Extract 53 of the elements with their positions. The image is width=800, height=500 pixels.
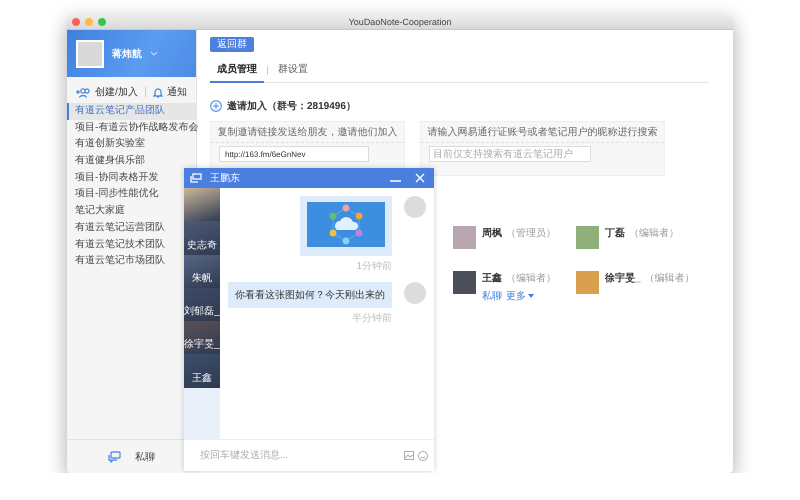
- avatar-placeholder: [404, 196, 426, 218]
- tab[interactable]: 成员管理: [210, 58, 264, 83]
- chat-bubbles-icon: [108, 450, 121, 462]
- text-message: 你看看这张图如何？今天刚出来的: [228, 282, 392, 308]
- group-item[interactable]: 有道创新实验室: [67, 136, 196, 154]
- member-role: （编辑者）: [644, 272, 695, 285]
- member-photo-placeholder: [576, 226, 599, 249]
- member-name: 周枫: [482, 226, 502, 240]
- member-role: （编辑者）: [629, 226, 679, 240]
- close-icon[interactable]: [415, 173, 425, 183]
- contact-photo[interactable]: 王鑫: [184, 354, 220, 388]
- member-name: 徐宇旻_: [605, 271, 641, 285]
- member-name: 王鑫: [482, 272, 502, 285]
- private-chat-link[interactable]: 私聊: [482, 289, 502, 303]
- contact-photo[interactable]: [184, 188, 220, 222]
- group-item[interactable]: 有道云笔记产品团队: [67, 103, 196, 120]
- caret-icon[interactable]: [150, 50, 158, 56]
- caret-icon[interactable]: [528, 294, 534, 298]
- create-join-button[interactable]: 创建/加入: [72, 85, 141, 99]
- member-photo-placeholder: [453, 226, 476, 249]
- member-photo-placeholder: [576, 271, 599, 294]
- user-search-hint: 请输入网易通行证账号或者笔记用户的昵称进行搜索: [421, 122, 664, 143]
- message-time: 1分钟前: [356, 260, 392, 273]
- plus-circle-icon: [210, 100, 222, 112]
- member-role: （管理员）: [506, 227, 556, 240]
- avatar-placeholder: [404, 282, 426, 304]
- contact-photo[interactable]: 史志奇: [184, 221, 220, 255]
- back-to-group-button[interactable]: 返回群: [210, 37, 254, 52]
- window-title: YouDaoNote-Cooperation: [348, 17, 452, 27]
- notifications-button[interactable]: 通知: [150, 85, 190, 99]
- image-icon: [404, 451, 414, 460]
- invite-link-field[interactable]: http://163.fm/6eGnNev: [219, 146, 369, 162]
- group-item[interactable]: 项目-有道云协作战略发布会: [67, 120, 196, 136]
- contact-photo[interactable]: 刘郁磊_: [184, 288, 220, 322]
- invite-heading: 邀请加入（群号：2819496）: [227, 100, 356, 113]
- member-role: （编辑者）: [506, 272, 556, 285]
- close-window-button[interactable]: [72, 18, 80, 26]
- chat-bubbles-icon: [190, 173, 202, 183]
- add-people-icon: [75, 86, 91, 98]
- member-photo-placeholder: [453, 271, 476, 294]
- avatar-photo-placeholder: [76, 40, 104, 68]
- tab[interactable]: 群设置: [271, 58, 315, 83]
- invite-link-hint: 复制邀请链接发送给朋友，邀请他们加入: [211, 122, 404, 143]
- group-item[interactable]: 有道健身俱乐部: [67, 153, 196, 170]
- more-link[interactable]: 更多: [506, 289, 534, 303]
- member-name: 丁磊: [605, 226, 625, 240]
- contact-photo[interactable]: 朱帆: [184, 254, 220, 288]
- chat-title: 王鹏东: [210, 172, 241, 185]
- bell-icon: [152, 86, 163, 98]
- message-time: 半分钟前: [352, 312, 392, 325]
- user-search-field[interactable]: 目前仅支持搜索有道云笔记用户: [429, 146, 591, 162]
- contact-photo[interactable]: 徐宇旻_: [184, 321, 220, 354]
- emoji-icon: [418, 450, 428, 460]
